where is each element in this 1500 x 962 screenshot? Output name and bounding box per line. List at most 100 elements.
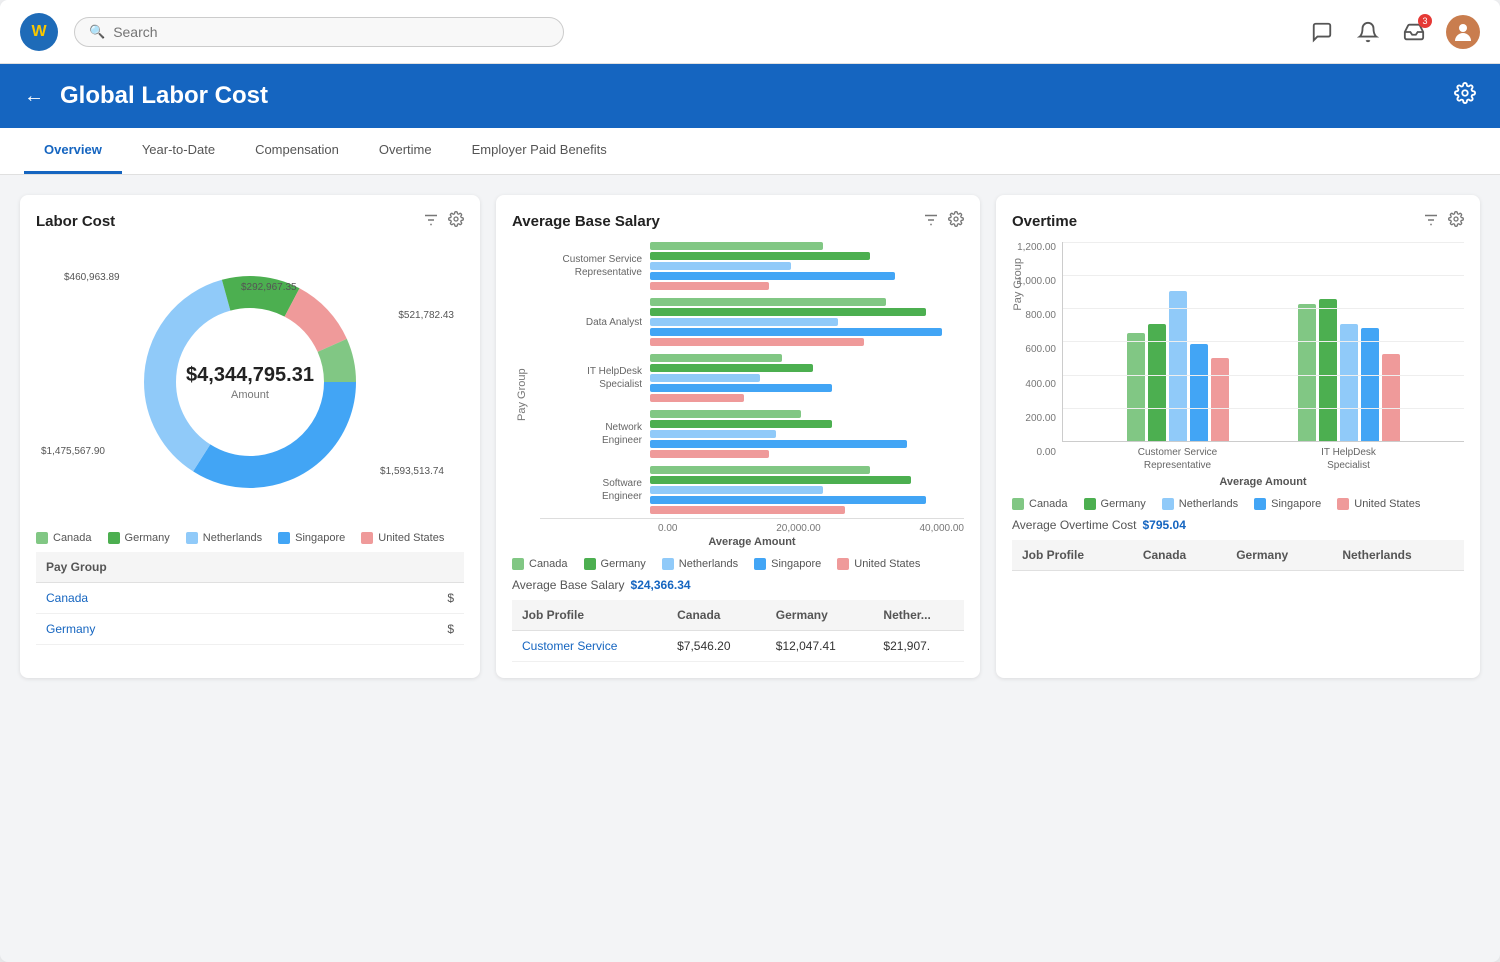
bar-csr-nl: [650, 262, 791, 270]
v-bar-group-csr: [1127, 291, 1229, 441]
v-bars-area: [1062, 242, 1464, 442]
overtime-legend: Canada Germany Netherlands Singapore Uni…: [1012, 498, 1464, 510]
legend-canada: Canada: [36, 532, 92, 544]
total-amount: $4,344,795.31: [186, 364, 314, 387]
legend-dot-singapore: [278, 532, 290, 544]
legend-dot-canada: [36, 532, 48, 544]
bar-group-csr: Customer ServiceRepresentative: [540, 242, 964, 290]
top-nav: W 🔍 3: [0, 0, 1500, 64]
bar-se-canada: [650, 466, 870, 474]
overtime-icons: [1422, 211, 1464, 232]
job-customer-service[interactable]: Customer Service: [512, 631, 667, 662]
legend-us: United States: [837, 558, 920, 570]
overtime-stat: Average Overtime Cost $795.04: [1012, 518, 1464, 532]
x-label-csr: Customer ServiceRepresentative: [1118, 446, 1238, 472]
bar-se-sg: [650, 496, 926, 504]
avg-salary-stat: Average Base Salary $24,366.34: [512, 578, 964, 592]
legend-us: United States: [1337, 498, 1420, 510]
legend-dot-netherlands: [186, 532, 198, 544]
x-labels: Customer ServiceRepresentative IT HelpDe…: [1062, 446, 1464, 472]
bar-label-csr: Customer ServiceRepresentative: [540, 253, 650, 279]
bar-da-germany: [650, 308, 926, 316]
overtime-x-axis-label: Average Amount: [1062, 476, 1464, 488]
search-icon: 🔍: [89, 24, 105, 40]
filter-icon[interactable]: [422, 211, 440, 232]
tab-bar: Overview Year-to-Date Compensation Overt…: [0, 128, 1500, 175]
x-axis-ticks: 0.00 20,000.00 40,000.00: [540, 518, 964, 534]
overtime-header: Overtime: [1012, 211, 1464, 232]
inbox-badge: 3: [1418, 14, 1432, 28]
bar-ne-canada: [650, 410, 801, 418]
bar-da-nl: [650, 318, 838, 326]
labor-cost-table: Pay Group Canada $ Germany $: [36, 552, 464, 645]
bar-da-canada: [650, 298, 886, 306]
col-canada: Canada: [1133, 540, 1226, 571]
vbar-csr-sg: [1190, 344, 1208, 441]
user-avatar[interactable]: [1446, 15, 1480, 49]
labor-cost-title: Labor Cost: [36, 213, 115, 230]
settings-icon[interactable]: [448, 211, 464, 232]
tab-employer-benefits[interactable]: Employer Paid Benefits: [452, 128, 627, 174]
legend-netherlands: Netherlands: [1162, 498, 1238, 510]
legend-us: United States: [361, 532, 444, 544]
back-button[interactable]: ←: [24, 85, 44, 108]
row-canada[interactable]: Canada: [36, 583, 358, 614]
overtime-title: Overtime: [1012, 213, 1077, 230]
legend-singapore: Singapore: [1254, 498, 1321, 510]
overtime-y-label: Pay Group: [1012, 258, 1024, 311]
row-germany[interactable]: Germany: [36, 614, 358, 645]
vbar-it-germany: [1319, 299, 1337, 441]
avg-salary-card: Average Base Salary Pay Group Customer: [496, 195, 980, 678]
inbox-icon[interactable]: 3: [1400, 18, 1428, 46]
bell-icon[interactable]: [1354, 18, 1382, 46]
main-content: Labor Cost: [0, 175, 1500, 698]
filter-icon[interactable]: [1422, 211, 1440, 232]
bar-se-us: [650, 506, 845, 514]
bar-group-se: SoftwareEngineer: [540, 466, 964, 514]
filter-icon[interactable]: [922, 211, 940, 232]
search-bar[interactable]: 🔍: [74, 17, 564, 47]
search-input[interactable]: [113, 24, 549, 40]
vbar-csr-nl: [1169, 291, 1187, 441]
bar-ne-nl: [650, 430, 776, 438]
x-axis-label: Average Amount: [540, 536, 964, 548]
settings-icon[interactable]: [1448, 211, 1464, 232]
labor-cost-legend: Canada Germany Netherlands Singapore Uni…: [36, 532, 464, 544]
tab-overtime[interactable]: Overtime: [359, 128, 452, 174]
header-settings-icon[interactable]: [1454, 82, 1476, 110]
chat-icon[interactable]: [1308, 18, 1336, 46]
tab-compensation[interactable]: Compensation: [235, 128, 359, 174]
col-value: [358, 552, 464, 583]
legend-canada: Canada: [512, 558, 568, 570]
vbar-it-canada: [1298, 304, 1316, 441]
bar-da-sg: [650, 328, 942, 336]
grid-lines: [1063, 242, 1464, 441]
segment-label-singapore: $460,963.89: [64, 272, 120, 283]
bar-it-nl: [650, 374, 760, 382]
bar-csr-us: [650, 282, 769, 290]
tab-ytd[interactable]: Year-to-Date: [122, 128, 235, 174]
page-title: Global Labor Cost: [60, 82, 268, 110]
avg-salary-title: Average Base Salary: [512, 213, 660, 230]
col-canada: Canada: [667, 600, 766, 631]
labor-cost-header: Labor Cost: [36, 211, 464, 232]
legend-netherlands: Netherlands: [662, 558, 738, 570]
col-job-profile: Job Profile: [512, 600, 667, 631]
avg-salary-chart: Pay Group Customer ServiceRepresentative: [512, 242, 964, 548]
bar-group-ne: NetworkEngineer: [540, 410, 964, 458]
legend-dot-us: [361, 532, 373, 544]
tab-overview[interactable]: Overview: [24, 128, 122, 174]
nav-icons: 3: [1308, 15, 1480, 49]
table-row: Canada $: [36, 583, 464, 614]
overtime-table: Job Profile Canada Germany Netherlands: [1012, 540, 1464, 571]
settings-icon[interactable]: [948, 211, 964, 232]
col-germany: Germany: [766, 600, 874, 631]
avg-salary-header: Average Base Salary: [512, 211, 964, 232]
bar-se-nl: [650, 486, 823, 494]
vbar-csr-canada: [1127, 333, 1145, 441]
col-germany: Germany: [1226, 540, 1332, 571]
donut-center: $4,344,795.31 Amount: [186, 364, 314, 401]
header-bar: ← Global Labor Cost: [0, 64, 1500, 128]
bar-label-ne: NetworkEngineer: [540, 421, 650, 447]
bar-ne-us: [650, 450, 769, 458]
